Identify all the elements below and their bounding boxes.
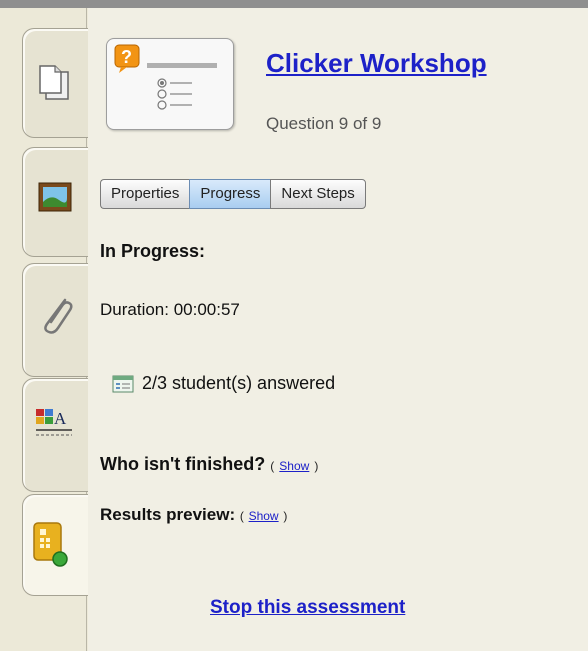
answered-text: 2/3 student(s) answered xyxy=(142,373,336,393)
tab-progress-button[interactable]: Progress xyxy=(189,179,271,209)
svg-text:A: A xyxy=(54,409,67,428)
answered-status: 2/3 student(s) answered xyxy=(112,373,335,394)
question-title-link[interactable]: Clicker Workshop xyxy=(266,48,487,79)
tab-properties-button[interactable]: Properties xyxy=(100,179,190,209)
sidebar: A xyxy=(0,8,89,651)
who-not-finished-label: Who isn't finished? xyxy=(100,454,266,474)
tab-gallery[interactable] xyxy=(22,147,89,257)
results-preview-show-link[interactable]: Show xyxy=(249,509,279,523)
paren-close: ) xyxy=(283,509,288,523)
status-heading: In Progress: xyxy=(100,241,206,261)
tab-properties[interactable]: A xyxy=(22,378,89,492)
content-panel: ? Clicker Workshop Question 9 of 9 Prope… xyxy=(88,8,588,651)
paren-close: ) xyxy=(314,459,319,473)
results-preview: Results preview: ( Show ) xyxy=(100,505,287,525)
duration-text: Duration: 00:00:57 xyxy=(100,300,240,319)
who-not-finished: Who isn't finished? ( Show ) xyxy=(100,454,318,475)
list-icon xyxy=(112,375,134,392)
paren-open: ( xyxy=(239,509,244,523)
response-icon xyxy=(33,522,68,567)
gallery-icon xyxy=(38,182,72,212)
tab-page-sorter[interactable] xyxy=(22,28,89,138)
stop-assessment-link[interactable]: Stop this assessment xyxy=(210,597,405,619)
tab-next-steps-button[interactable]: Next Steps xyxy=(270,179,366,209)
who-not-finished-show-link[interactable]: Show xyxy=(279,459,309,473)
question-type-icon: ? xyxy=(106,38,234,130)
page-icon xyxy=(39,65,69,100)
properties-icon: A xyxy=(36,409,72,436)
tab-bar: Properties Progress Next Steps xyxy=(100,179,366,209)
tab-attachments[interactable] xyxy=(22,263,89,377)
svg-text:?: ? xyxy=(121,47,132,67)
paren-open: ( xyxy=(270,459,275,473)
question-mark-icon: ? xyxy=(114,44,217,110)
tab-response[interactable] xyxy=(22,494,89,596)
results-preview-label: Results preview: xyxy=(100,505,236,524)
attachment-icon xyxy=(44,298,73,334)
top-border xyxy=(0,0,588,8)
question-counter: Question 9 of 9 xyxy=(266,114,382,133)
